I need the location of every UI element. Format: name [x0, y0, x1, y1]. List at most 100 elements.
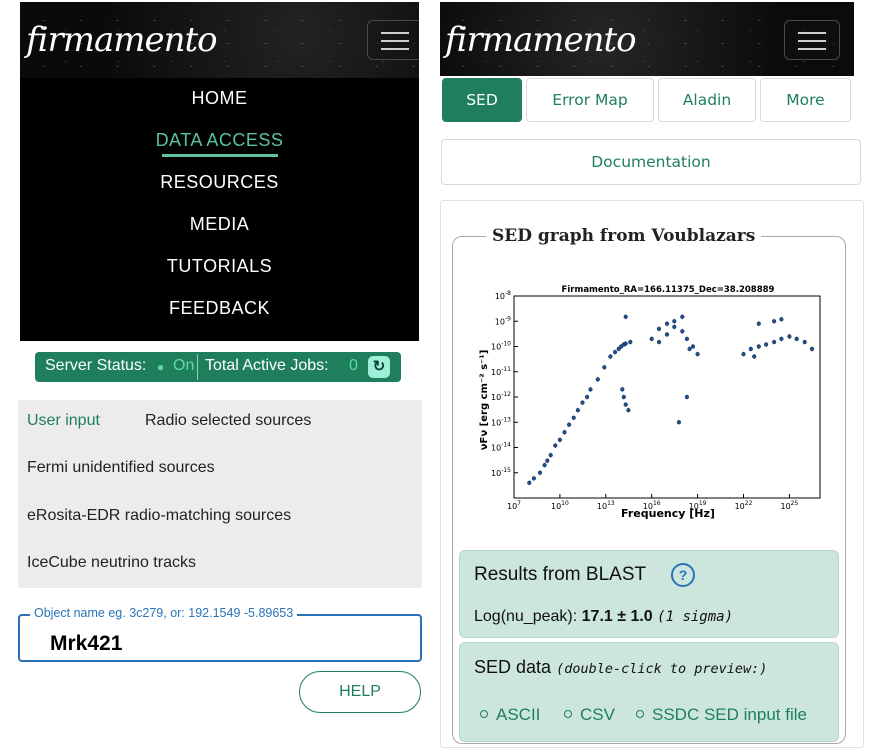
- nu-peak-note: (1 sigma): [657, 609, 734, 625]
- download-ssdc-label[interactable]: SSDC SED input file: [652, 705, 807, 724]
- firmamento-logo[interactable]: firmamento: [26, 20, 218, 60]
- chart-data-point: [772, 319, 777, 324]
- sed-chart[interactable]: 107 1010 1013 1016 1019 1022 102510-1510-1410-…: [476, 282, 828, 522]
- tab-aladin[interactable]: Aladin: [658, 78, 756, 122]
- active-jobs-label: Total Active Jobs:: [205, 357, 329, 374]
- status-online-dot-icon: ●: [157, 360, 165, 374]
- chart-data-point: [623, 402, 628, 407]
- chart-data-point: [531, 476, 537, 481]
- chart-data-point: [588, 387, 593, 392]
- download-csv-link[interactable]: CSV: [564, 705, 615, 725]
- bullet-icon: [480, 709, 488, 718]
- object-name-field[interactable]: Object name eg. 3c279, or: 192.1549 -5.8…: [18, 606, 422, 662]
- chart-y-tick-label: 10-11: [491, 366, 511, 377]
- chart-x-tick-label: 107: [507, 500, 521, 511]
- chart-data-point: [656, 339, 662, 345]
- chart-y-tick-label: 10-8: [495, 290, 511, 301]
- blast-results-panel: Results from BLAST ? Log(nu_peak): 17.1 …: [459, 550, 839, 638]
- blast-result-line: Log(nu_peak): 17.1 ± 1.0 (1 sigma): [474, 608, 733, 626]
- hamburger-line: [381, 32, 409, 34]
- nav-resources[interactable]: RESOURCES: [20, 172, 419, 193]
- firmamento-logo[interactable]: firmamento: [445, 20, 637, 60]
- source-user-input[interactable]: User input: [27, 412, 100, 430]
- active-jobs-count: 0: [349, 357, 358, 374]
- chart-data-point: [623, 341, 628, 346]
- sed-data-panel: SED data (double-click to preview:) ASCI…: [459, 642, 839, 742]
- chart-data-point: [537, 470, 543, 475]
- chart-data-point: [672, 324, 677, 329]
- help-button[interactable]: HELP: [299, 671, 421, 713]
- hamburger-line: [381, 48, 409, 50]
- chart-data-point: [562, 430, 567, 435]
- chart-data-point: [612, 350, 618, 355]
- source-icecube-tracks[interactable]: IceCube neutrino tracks: [27, 554, 196, 572]
- chart-data-point: [763, 342, 769, 347]
- chart-data-point: [664, 321, 670, 326]
- nav-tutorials[interactable]: TUTORIALS: [20, 256, 419, 277]
- chart-data-point: [595, 377, 600, 382]
- nav-data-access[interactable]: DATA ACCESS: [20, 130, 419, 151]
- download-ascii-label[interactable]: ASCII: [496, 705, 540, 724]
- chart-data-point: [623, 314, 628, 319]
- chart-data-point: [571, 415, 576, 420]
- hamburger-line: [798, 40, 826, 42]
- documentation-button[interactable]: Documentation: [441, 139, 861, 185]
- chart-data-point: [779, 317, 784, 322]
- download-ssdc-link[interactable]: SSDC SED input file: [636, 705, 807, 725]
- nav-media[interactable]: MEDIA: [20, 214, 419, 235]
- bullet-icon: [636, 709, 644, 718]
- tab-sed[interactable]: SED: [442, 78, 522, 122]
- chart-y-axis-label: νFν [erg cm⁻² s⁻¹]: [479, 350, 490, 451]
- blast-title: Results from BLAST: [474, 564, 647, 585]
- server-status-label: Server Status:: [45, 357, 147, 374]
- tab-error-map[interactable]: Error Map: [526, 78, 654, 122]
- hamburger-menu-button[interactable]: [367, 20, 419, 60]
- chart-y-tick-label: 10-9: [495, 315, 511, 326]
- chart-data-point: [557, 437, 562, 442]
- chart-x-tick-label: 1010: [551, 500, 569, 511]
- tab-more[interactable]: More: [760, 78, 851, 122]
- chart-data-point: [567, 422, 572, 427]
- object-name-input[interactable]: Mrk421: [50, 632, 122, 656]
- chart-data-point: [676, 420, 682, 425]
- chart-x-axis-label: Frequency [Hz]: [621, 507, 715, 520]
- chart-data-point: [527, 480, 532, 485]
- chart-x-tick-label: 1013: [597, 500, 615, 511]
- source-fermi-unidentified[interactable]: Fermi unidentified sources: [27, 459, 215, 477]
- chart-data-point: [608, 354, 613, 359]
- chart-data-point: [664, 332, 670, 337]
- status-divider: [197, 354, 198, 380]
- chart-data-point: [695, 352, 700, 357]
- chart-data-point: [602, 365, 607, 370]
- chart-x-tick-label: 1025: [780, 500, 798, 511]
- hamburger-menu-button[interactable]: [784, 20, 840, 60]
- source-radio-selected[interactable]: Radio selected sources: [145, 412, 311, 430]
- chart-data-point: [748, 346, 753, 352]
- main-nav-menu: HOME DATA ACCESS RESOURCES MEDIA TUTORIA…: [20, 78, 419, 341]
- download-ascii-link[interactable]: ASCII: [480, 705, 540, 725]
- chart-data-point: [687, 346, 692, 352]
- sed-data-title: SED data: [474, 657, 552, 677]
- chart-y-tick-label: 10-15: [491, 467, 511, 478]
- chart-data-point: [779, 336, 784, 341]
- source-erosita-edr[interactable]: eRosita-EDR radio-matching sources: [27, 507, 291, 525]
- nav-feedback[interactable]: FEEDBACK: [20, 298, 419, 319]
- chart-data-point: [649, 336, 654, 341]
- chart-data-point: [672, 319, 677, 324]
- chart-data-point: [680, 314, 685, 319]
- chart-data-point: [545, 458, 550, 463]
- chart-data-point: [787, 334, 792, 339]
- chart-data-point: [548, 453, 553, 458]
- server-status-bar: Server Status: ● On Total Active Jobs: 0…: [35, 352, 401, 382]
- chart-data-point: [802, 339, 807, 345]
- blast-help-icon[interactable]: ?: [671, 563, 695, 587]
- chart-title: Firmamento_RA=166.11375_Dec=38.208889: [562, 285, 775, 295]
- chart-y-tick-label: 10-13: [491, 416, 511, 427]
- left-site-header: firmamento: [20, 2, 419, 78]
- object-name-legend: Object name eg. 3c279, or: 192.1549 -5.8…: [30, 606, 298, 620]
- chart-data-point: [684, 336, 690, 341]
- refresh-icon[interactable]: ↻: [368, 356, 390, 378]
- sed-data-heading: SED data (double-click to preview:): [474, 657, 767, 678]
- nav-home[interactable]: HOME: [20, 88, 419, 109]
- download-csv-label[interactable]: CSV: [580, 705, 615, 724]
